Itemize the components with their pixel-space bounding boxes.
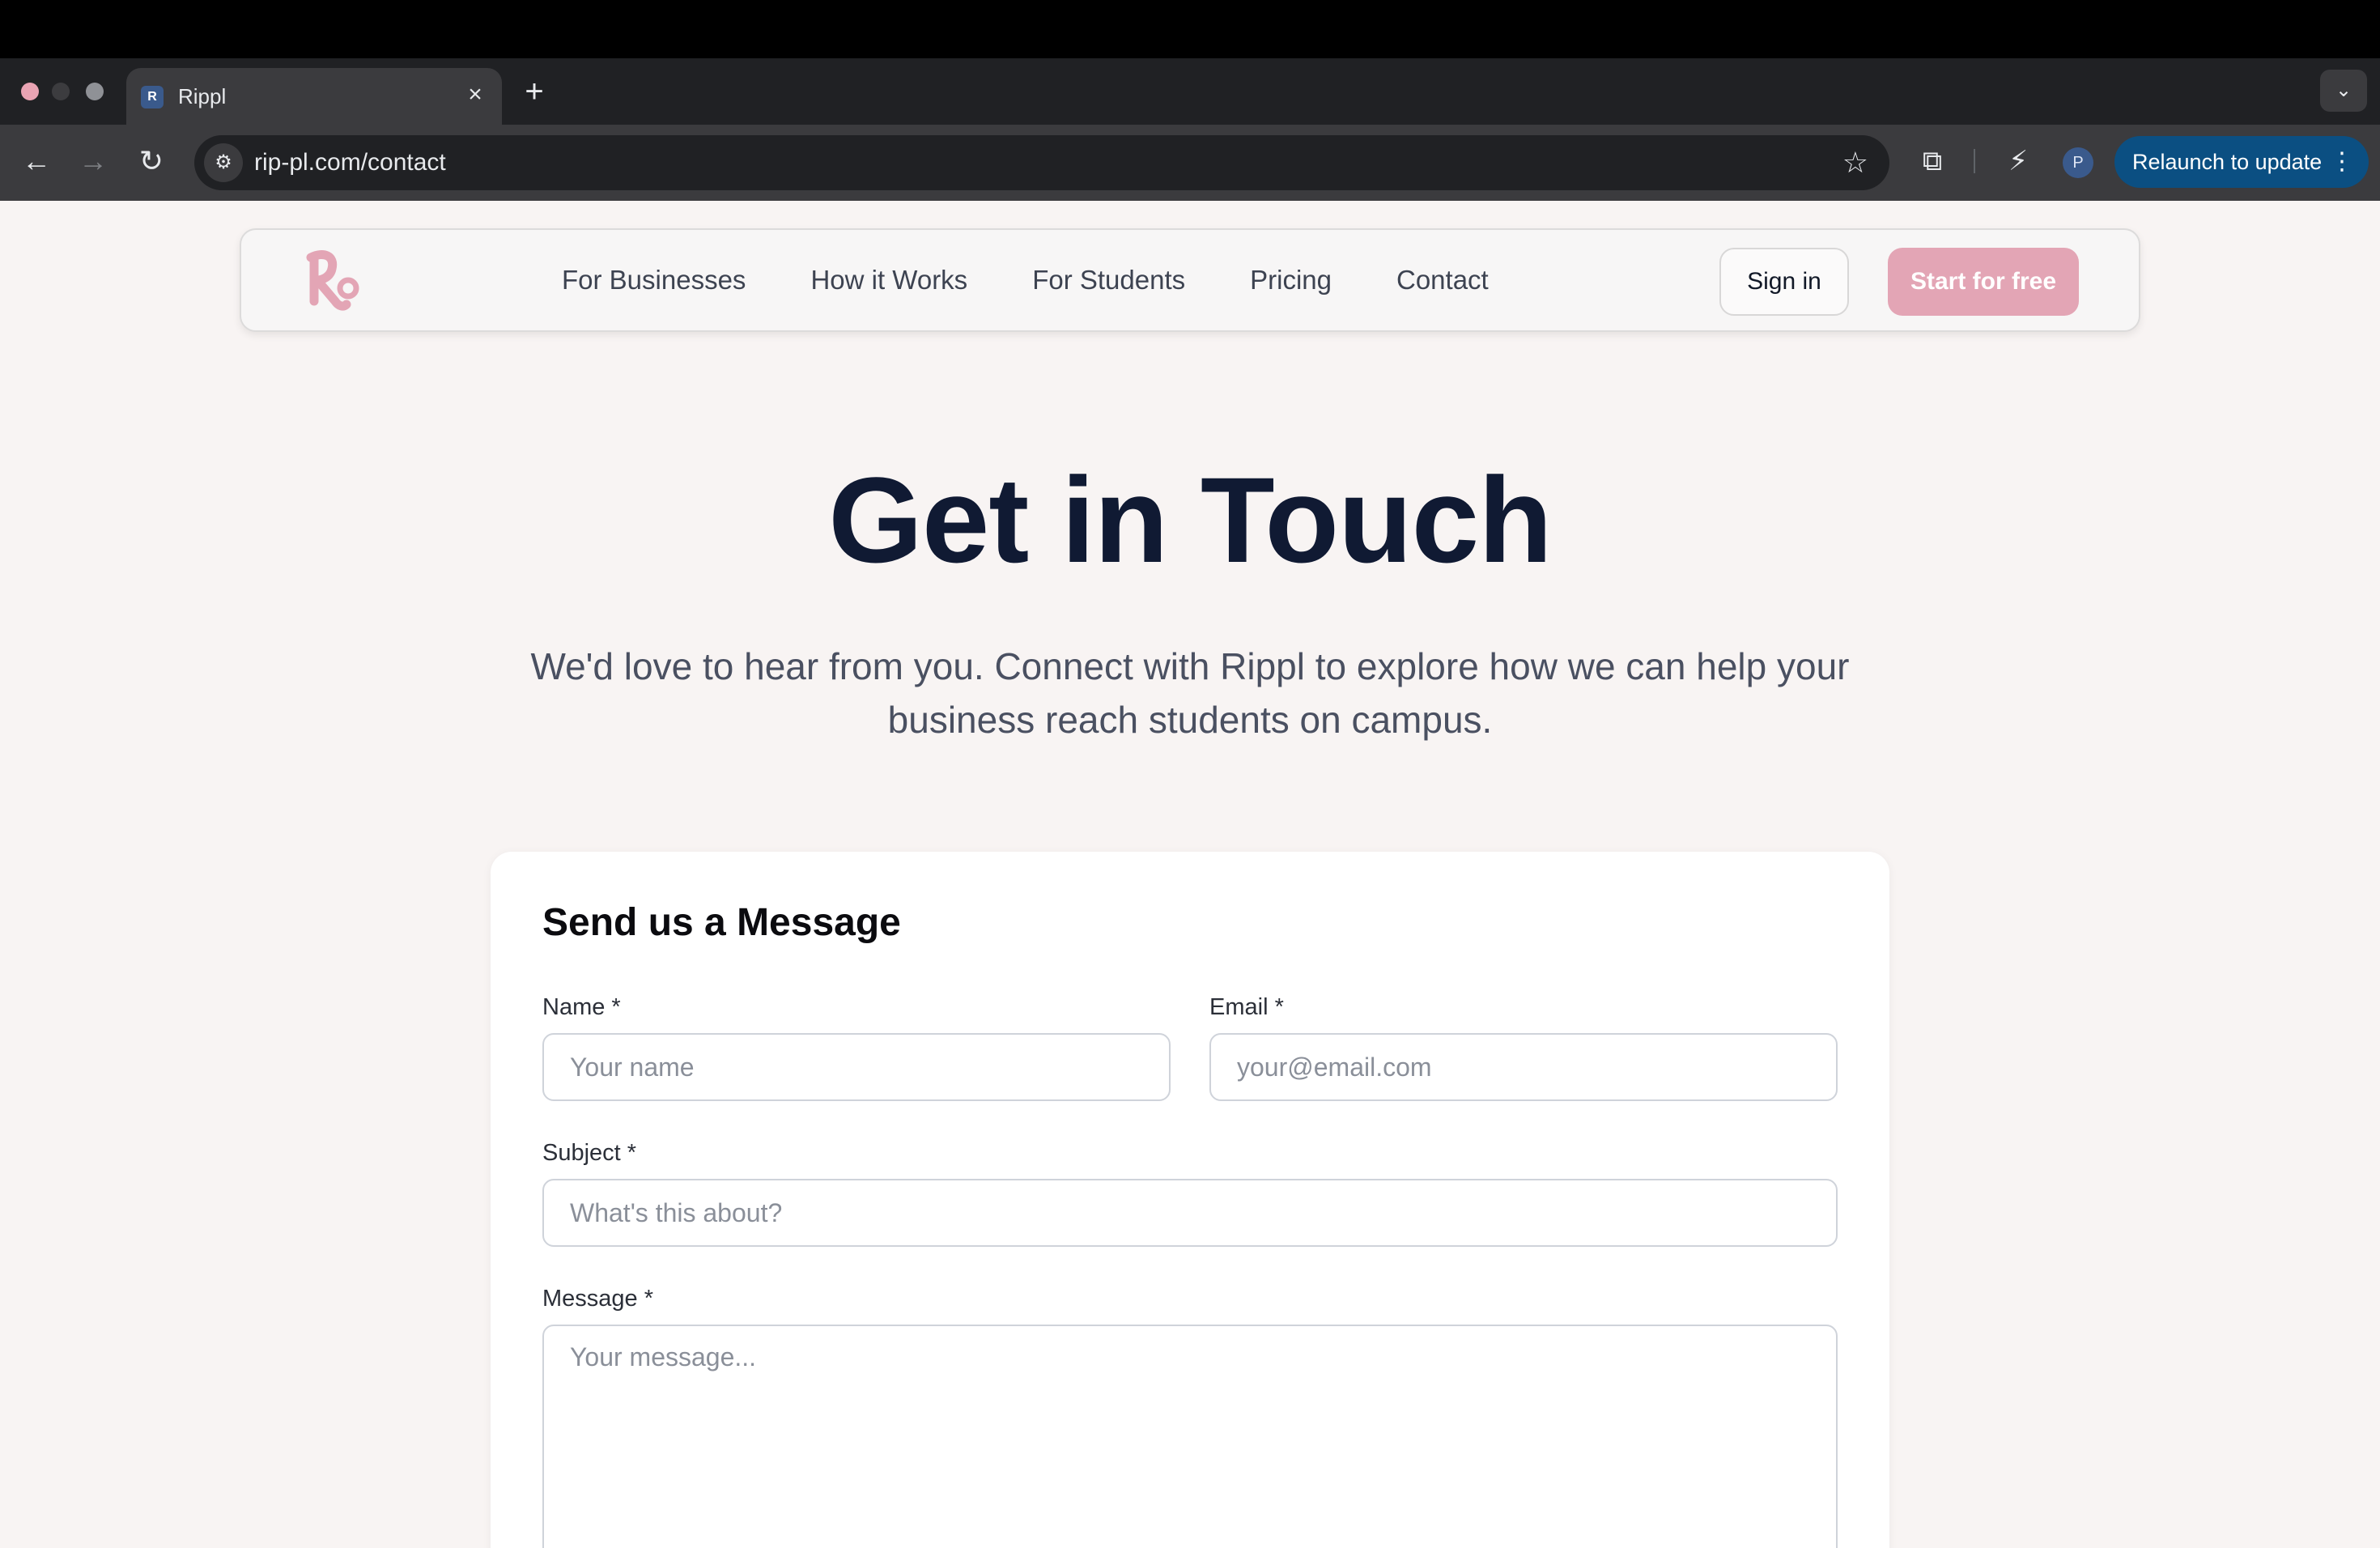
- window-minimize-button[interactable]: [52, 83, 70, 100]
- message-textarea[interactable]: [542, 1325, 1838, 1548]
- extensions-puzzle-icon[interactable]: ⧉: [1910, 139, 1954, 183]
- form-title: Send us a Message: [542, 901, 901, 944]
- nav-link-for-businesses[interactable]: For Businesses: [562, 265, 746, 296]
- browser-tab[interactable]: R Rippl ×: [126, 68, 502, 125]
- window-zoom-button[interactable]: [86, 83, 104, 100]
- relaunch-label: Relaunch to update: [2132, 150, 2323, 174]
- page-title: Get in Touch: [828, 452, 1553, 588]
- name-label: Name *: [542, 994, 621, 1020]
- new-tab-button[interactable]: +: [518, 71, 550, 112]
- sign-in-button[interactable]: Sign in: [1719, 248, 1849, 316]
- favicon-icon: R: [141, 86, 164, 108]
- window-close-button[interactable]: [21, 83, 39, 100]
- subject-label: Subject *: [542, 1140, 637, 1166]
- extension-bolt-icon[interactable]: ⚡: [1996, 139, 2040, 183]
- email-input[interactable]: [1209, 1033, 1838, 1101]
- profile-avatar[interactable]: P: [2063, 147, 2093, 178]
- relaunch-update-button[interactable]: Relaunch to update ⋮: [2114, 136, 2369, 188]
- nav-links: For Businesses How it Works For Students…: [562, 230, 1489, 330]
- os-menubar: [0, 0, 2380, 58]
- url-text[interactable]: rip-pl.com/contact: [254, 149, 446, 176]
- start-for-free-button[interactable]: Start for free: [1888, 248, 2079, 316]
- message-label: Message *: [542, 1286, 654, 1312]
- address-bar[interactable]: ⚙ rip-pl.com/contact ☆: [194, 135, 1889, 190]
- subject-input[interactable]: [542, 1179, 1838, 1247]
- name-input[interactable]: [542, 1033, 1171, 1101]
- page-subtitle: We'd love to hear from you. Connect with…: [530, 645, 1850, 741]
- nav-link-for-students[interactable]: For Students: [1032, 265, 1185, 296]
- tab-title: Rippl: [178, 84, 227, 108]
- contact-form-card: Send us a Message Name * Email * Subject…: [491, 852, 1889, 1548]
- reload-icon[interactable]: ↻: [130, 139, 173, 183]
- back-icon[interactable]: ←: [15, 139, 58, 183]
- tab-close-icon[interactable]: ×: [461, 81, 489, 108]
- tab-search-button[interactable]: ⌄: [2320, 70, 2367, 112]
- nav-link-contact[interactable]: Contact: [1396, 265, 1489, 296]
- email-label: Email *: [1209, 994, 1284, 1020]
- site-navbar: For Businesses How it Works For Students…: [240, 228, 2140, 332]
- nav-link-how-it-works[interactable]: How it Works: [810, 265, 967, 296]
- nav-link-pricing[interactable]: Pricing: [1250, 265, 1332, 296]
- rippl-logo[interactable]: [300, 248, 364, 316]
- forward-icon[interactable]: →: [71, 139, 115, 183]
- toolbar-divider: [1974, 149, 1975, 173]
- more-menu-icon[interactable]: ⋮: [2330, 136, 2354, 188]
- site-settings-icon[interactable]: ⚙: [204, 143, 243, 182]
- bookmark-star-icon[interactable]: ☆: [1842, 145, 1868, 181]
